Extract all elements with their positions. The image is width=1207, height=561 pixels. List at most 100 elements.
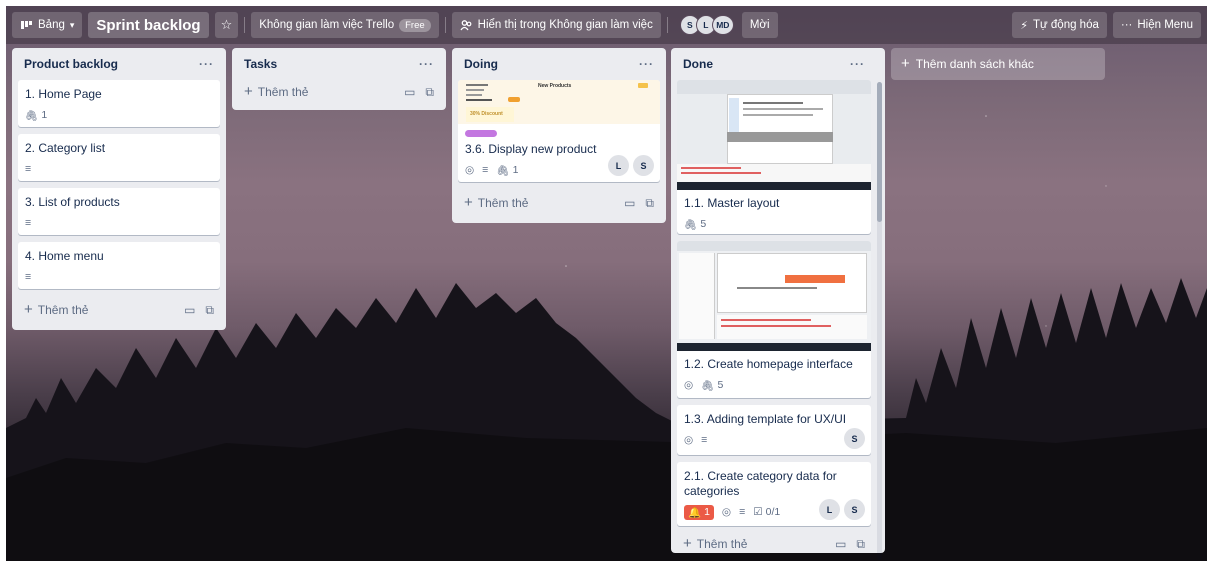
list-header: Product backlog ··· [18,48,220,80]
watch-icon: ◎ [684,434,694,446]
list-menu-icon[interactable]: ··· [850,57,865,71]
list-menu-icon[interactable]: ··· [639,57,654,71]
add-card-row: + Thêm thẻ ▭ ⧉ [18,296,220,324]
divider [444,17,446,33]
lightning-icon: ⚡ [1020,19,1028,32]
card-title: 2.1. Create category data for categories [684,469,837,498]
card-cover-image [677,241,871,351]
list-header: Doing ··· [458,48,660,80]
invite-button[interactable]: Mời [741,12,778,38]
description-icon: ≡ [25,163,32,175]
attachment-badge: 🖇 1 [496,164,519,177]
visibility-label: Hiển thị trong Không gian làm việc [477,19,653,31]
add-another-list-button[interactable]: + Thêm danh sách khác [891,48,1105,80]
list-doing: Doing ··· New Products 30% Discount 3.6.… [452,48,666,223]
card-title: 1.2. Create homepage interface [684,357,853,371]
card[interactable]: 1.2. Create homepage interface ◎ 🖇 5 [677,241,871,398]
card[interactable]: 4. Home menu ≡ [18,242,220,289]
add-card-row: + Thêm thẻ ▭ ⧉ [458,189,660,217]
menu-label: Hiện Menu [1137,19,1193,31]
workspace-button[interactable]: Không gian làm việc Trello Free [251,12,439,38]
divider [244,17,246,33]
list-menu-icon[interactable]: ··· [199,57,214,71]
template-icon[interactable]: ⧉ [856,537,865,552]
checklist-badge: ☑ 0/1 [753,506,781,518]
notification-badge[interactable]: 🔔 1 [684,504,714,520]
list-product-backlog: Product backlog ··· 1. Home Page 🖇 1 2. … [12,48,226,330]
plus-icon: + [683,535,692,552]
view-label: Bảng [38,19,65,31]
card-title: 1.3. Adding template for UX/UI [684,412,847,426]
add-card-row: + Thêm thẻ ▭ ⧉ [238,80,440,104]
list-title[interactable]: Tasks [244,57,277,71]
list-tasks: Tasks ··· + Thêm thẻ ▭ ⧉ [232,48,446,110]
list-title[interactable]: Done [683,57,713,71]
card-recorder-icon[interactable]: ▭ [184,303,195,317]
star-button[interactable]: ☆ [214,12,239,38]
bell-icon: 🔔 [688,506,702,519]
card-recorder-icon[interactable]: ▭ [404,85,415,99]
description-icon: ≡ [25,217,32,229]
template-icon[interactable]: ⧉ [205,303,214,318]
board-members: S L MD [679,15,734,35]
watch-icon: ◎ [684,379,694,391]
add-card-button[interactable]: + Thêm thẻ [464,194,528,211]
card-member-avatar[interactable]: S [844,428,865,449]
card-recorder-icon[interactable]: ▭ [624,196,635,210]
card-title: 4. Home menu [25,249,104,263]
add-card-button[interactable]: + Thêm thẻ [24,301,88,318]
automation-button[interactable]: ⚡ Tự động hóa [1012,12,1107,38]
board-title[interactable]: Sprint backlog [88,12,209,38]
add-list-label: Thêm danh sách khác [915,57,1034,71]
card[interactable]: 2. Category list ≡ [18,134,220,181]
cover-discount: 30% Discount [470,111,503,117]
card-member-avatar[interactable]: L [608,155,629,176]
card-title: 2. Category list [25,141,106,155]
plus-icon: + [244,83,253,100]
divider [666,17,668,33]
star-icon: ☆ [220,17,233,32]
card-member-avatar[interactable]: S [844,499,865,520]
card-recorder-icon[interactable]: ▭ [835,537,846,551]
list-header: Done ··· [677,48,871,80]
card-label[interactable] [465,130,497,137]
automation-label: Tự động hóa [1032,19,1099,31]
workspace-label: Không gian làm việc Trello [259,19,395,31]
card-title: 3. List of products [25,195,120,209]
view-switcher-button[interactable]: Bảng ▾ [12,12,83,38]
list-scrollbar-thumb[interactable] [877,82,882,222]
visibility-button[interactable]: Hiển thị trong Không gian làm việc [451,12,661,38]
list-header: Tasks ··· [238,48,440,80]
card[interactable]: 1.3. Adding template for UX/UI ◎ ≡ S [677,405,871,455]
card[interactable]: 3. List of products ≡ [18,188,220,235]
paperclip-icon: 🖇 [496,164,510,177]
plan-badge: Free [399,18,431,32]
show-menu-button[interactable]: ··· Hiện Menu [1112,12,1201,38]
plus-icon: + [464,194,473,211]
template-icon[interactable]: ⧉ [425,85,434,100]
card[interactable]: 1. Home Page 🖇 1 [18,80,220,127]
chevron-down-icon: ▾ [69,19,75,30]
add-card-row: + Thêm thẻ ▭ ⧉ [677,533,871,555]
description-icon: ≡ [25,271,32,283]
add-card-button[interactable]: + Thêm thẻ [683,535,747,552]
template-icon[interactable]: ⧉ [645,196,654,211]
list-title[interactable]: Product backlog [24,57,118,71]
card-title: 1.1. Master layout [684,196,780,210]
member-avatar[interactable]: MD [711,15,734,35]
add-card-button[interactable]: + Thêm thẻ [244,83,308,100]
card-member-avatar[interactable]: L [819,499,840,520]
card[interactable]: 2.1. Create category data for categories… [677,462,871,526]
attachment-badge: 🖇 5 [684,218,707,231]
description-icon: ≡ [739,506,746,518]
plus-icon: + [24,301,33,318]
list-menu-icon[interactable]: ··· [419,57,434,71]
card[interactable]: New Products 30% Discount 3.6. Display n… [458,80,660,182]
card-member-avatar[interactable]: S [633,155,654,176]
paperclip-icon: 🖇 [701,379,715,392]
card-cover-image [677,80,871,190]
paperclip-icon: 🖇 [25,109,39,122]
attachment-badge: 🖇 1 [25,109,48,122]
card[interactable]: 1.1. Master layout 🖇 5 [677,80,871,234]
list-title[interactable]: Doing [464,57,498,71]
